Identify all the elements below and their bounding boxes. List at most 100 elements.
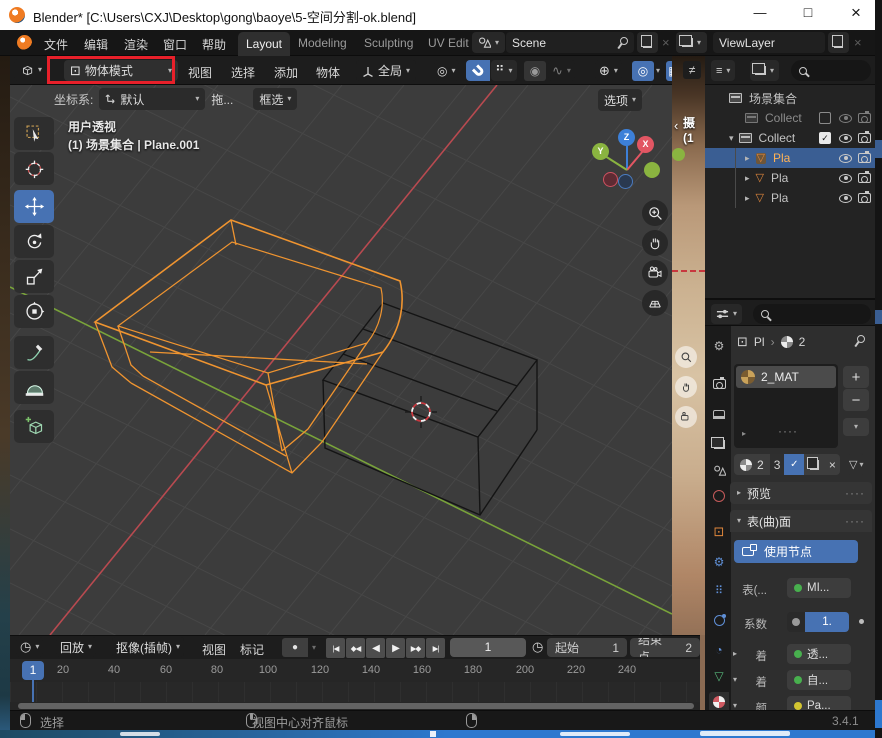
timeline-ruler[interactable]: 20 40 60 80 100 120 140 160 180 200 220 …: [10, 659, 700, 682]
menu-add[interactable]: 添加: [274, 64, 298, 81]
breadcrumb-object[interactable]: Pl: [754, 335, 765, 349]
menu-window[interactable]: 窗口: [163, 36, 187, 53]
active-tool-dropdown[interactable]: 框选 ▾: [253, 88, 297, 110]
outliner-row-object-3[interactable]: ▸ ▽ Pla: [705, 188, 875, 208]
strip-pan-button[interactable]: [675, 376, 697, 398]
breadcrumb-material[interactable]: 2: [799, 335, 806, 349]
strip-camera-button[interactable]: [675, 406, 697, 428]
drag-dots[interactable]: ····: [778, 424, 798, 438]
timeline-editor-dropdown[interactable]: ◷ ▾: [16, 637, 43, 657]
tab-tool[interactable]: ⚙: [709, 336, 729, 356]
strip-gizmo-y-axis[interactable]: [672, 148, 685, 161]
snap-toggle[interactable]: [466, 60, 490, 81]
prev-keyframe-button[interactable]: ◆◀: [346, 638, 365, 658]
surface-row-value[interactable]: MI...: [787, 578, 851, 598]
menu-file[interactable]: 文件: [44, 36, 68, 53]
tab-uvedit[interactable]: UV Edit: [428, 36, 469, 50]
eye-icon[interactable]: [839, 134, 852, 143]
factor-socket-button[interactable]: [787, 612, 805, 632]
overlays-chevron[interactable]: ▾: [656, 67, 660, 75]
unlink-button[interactable]: ×: [824, 454, 840, 475]
header-collapse-icon[interactable]: ‹: [674, 118, 678, 133]
disclosure-right-icon[interactable]: ▸: [745, 194, 750, 203]
eye-icon[interactable]: [839, 174, 852, 183]
tab-scene[interactable]: [709, 460, 729, 480]
outliner-editor-dropdown[interactable]: ≡ ▾: [711, 60, 735, 81]
fake-user-toggle[interactable]: ✓: [784, 454, 804, 475]
close-button[interactable]: ×: [841, 3, 871, 23]
frame-end-field[interactable]: 结束点 2: [630, 638, 700, 657]
outliner-search-field[interactable]: [791, 60, 871, 81]
camera-viewport-strip[interactable]: ‹ 摄 (1: [672, 56, 705, 710]
use-nodes-button[interactable]: 使用节点: [734, 540, 858, 563]
camera-visibility-icon[interactable]: [858, 193, 871, 203]
falloff-dropdown[interactable]: ∿ ▾: [548, 60, 575, 81]
properties-search-field[interactable]: [753, 304, 871, 324]
gizmo-axis-z-neg[interactable]: [618, 174, 633, 189]
tab-material[interactable]: [709, 692, 729, 710]
timeline-track-area[interactable]: [10, 682, 700, 702]
tool-measure[interactable]: [14, 371, 54, 404]
tab-object[interactable]: ⊡: [709, 522, 729, 542]
outliner-row-object-2[interactable]: ▸ ▽ Pla: [705, 168, 875, 188]
pivot-dropdown[interactable]: ◎▾: [434, 60, 459, 81]
options-dropdown[interactable]: 选项 ▾: [598, 89, 642, 111]
slot-add-button[interactable]: +: [843, 366, 869, 388]
factor-value-field[interactable]: 1.: [805, 612, 849, 632]
camera-view-button[interactable]: [642, 260, 668, 286]
exclude-checkbox[interactable]: ✓: [819, 132, 831, 144]
camera-visibility-icon[interactable]: [858, 153, 871, 163]
tab-modeling[interactable]: Modeling: [298, 36, 347, 50]
eye-icon[interactable]: [839, 114, 852, 123]
menu-keying[interactable]: 抠像(插帧) ▾: [112, 637, 184, 657]
gizmo-axis-x-neg[interactable]: [603, 172, 618, 187]
outliner-display-dropdown[interactable]: ▾: [750, 60, 779, 81]
drag-dots[interactable]: ····: [845, 514, 865, 528]
tool-add-cube[interactable]: [14, 410, 54, 443]
proportional-edit-toggle[interactable]: ◉: [524, 61, 546, 81]
jump-start-button[interactable]: |◀: [326, 638, 345, 658]
users-count-button[interactable]: 3: [770, 454, 785, 475]
strip-zoom-button[interactable]: [675, 346, 697, 368]
tool-cursor[interactable]: [14, 152, 54, 185]
menu-object[interactable]: 物体: [316, 64, 340, 81]
exclude-checkbox[interactable]: [819, 112, 831, 124]
menu-help[interactable]: 帮助: [202, 36, 226, 53]
viewlayer-new-button[interactable]: [828, 32, 849, 53]
panel-surface[interactable]: ▾ 表(曲)面 ····: [730, 510, 872, 532]
tab-constraints[interactable]: ◔: [709, 640, 729, 660]
tab-object-data[interactable]: ▽: [709, 666, 729, 686]
scene-type-dropdown[interactable]: ▾: [472, 32, 505, 53]
scene-new-button[interactable]: [637, 32, 658, 53]
menu-edit[interactable]: 编辑: [84, 36, 108, 53]
pin-icon[interactable]: [853, 335, 865, 347]
disclosure-right-icon[interactable]: ▸: [745, 174, 750, 183]
tab-output[interactable]: [709, 404, 729, 424]
zoom-button[interactable]: [642, 200, 668, 226]
tool-scale[interactable]: [14, 260, 54, 293]
overlays-toggle[interactable]: ◎: [632, 61, 654, 81]
color-value[interactable]: Pa...: [787, 696, 851, 710]
playhead-line[interactable]: [32, 680, 34, 702]
outliner-row-object-selected[interactable]: ▸ ▽ Pla: [705, 148, 875, 168]
tab-modifiers[interactable]: ⚙: [709, 552, 729, 572]
pin-icon[interactable]: [616, 37, 628, 49]
editor-type-dropdown[interactable]: ▾: [14, 59, 48, 81]
menu-view[interactable]: 视图: [188, 64, 212, 81]
nav-gizmo[interactable]: Z X Y: [585, 125, 669, 203]
camera-visibility-icon[interactable]: [858, 113, 871, 123]
menu-marker[interactable]: 标记: [240, 641, 264, 658]
scene-name-field[interactable]: Scene: [506, 32, 634, 53]
menu-view[interactable]: 视图: [202, 641, 226, 658]
blender-menu-icon[interactable]: [17, 35, 32, 50]
tab-render[interactable]: [709, 374, 729, 394]
slot-expand-icon[interactable]: ▸: [742, 430, 746, 438]
material-browse-button[interactable]: 2: [734, 454, 770, 475]
gizmos-dropdown[interactable]: ⊕ ▾: [595, 60, 622, 81]
minimize-button[interactable]: —: [745, 5, 775, 20]
menu-render[interactable]: 渲染: [124, 36, 148, 53]
slot-specials-dropdown[interactable]: ▾: [843, 418, 869, 436]
properties-editor-dropdown[interactable]: ▾: [711, 304, 742, 324]
outliner-row-scene-collection[interactable]: 场景集合: [705, 88, 875, 108]
link-material-dropdown[interactable]: ▽▾: [847, 454, 865, 475]
